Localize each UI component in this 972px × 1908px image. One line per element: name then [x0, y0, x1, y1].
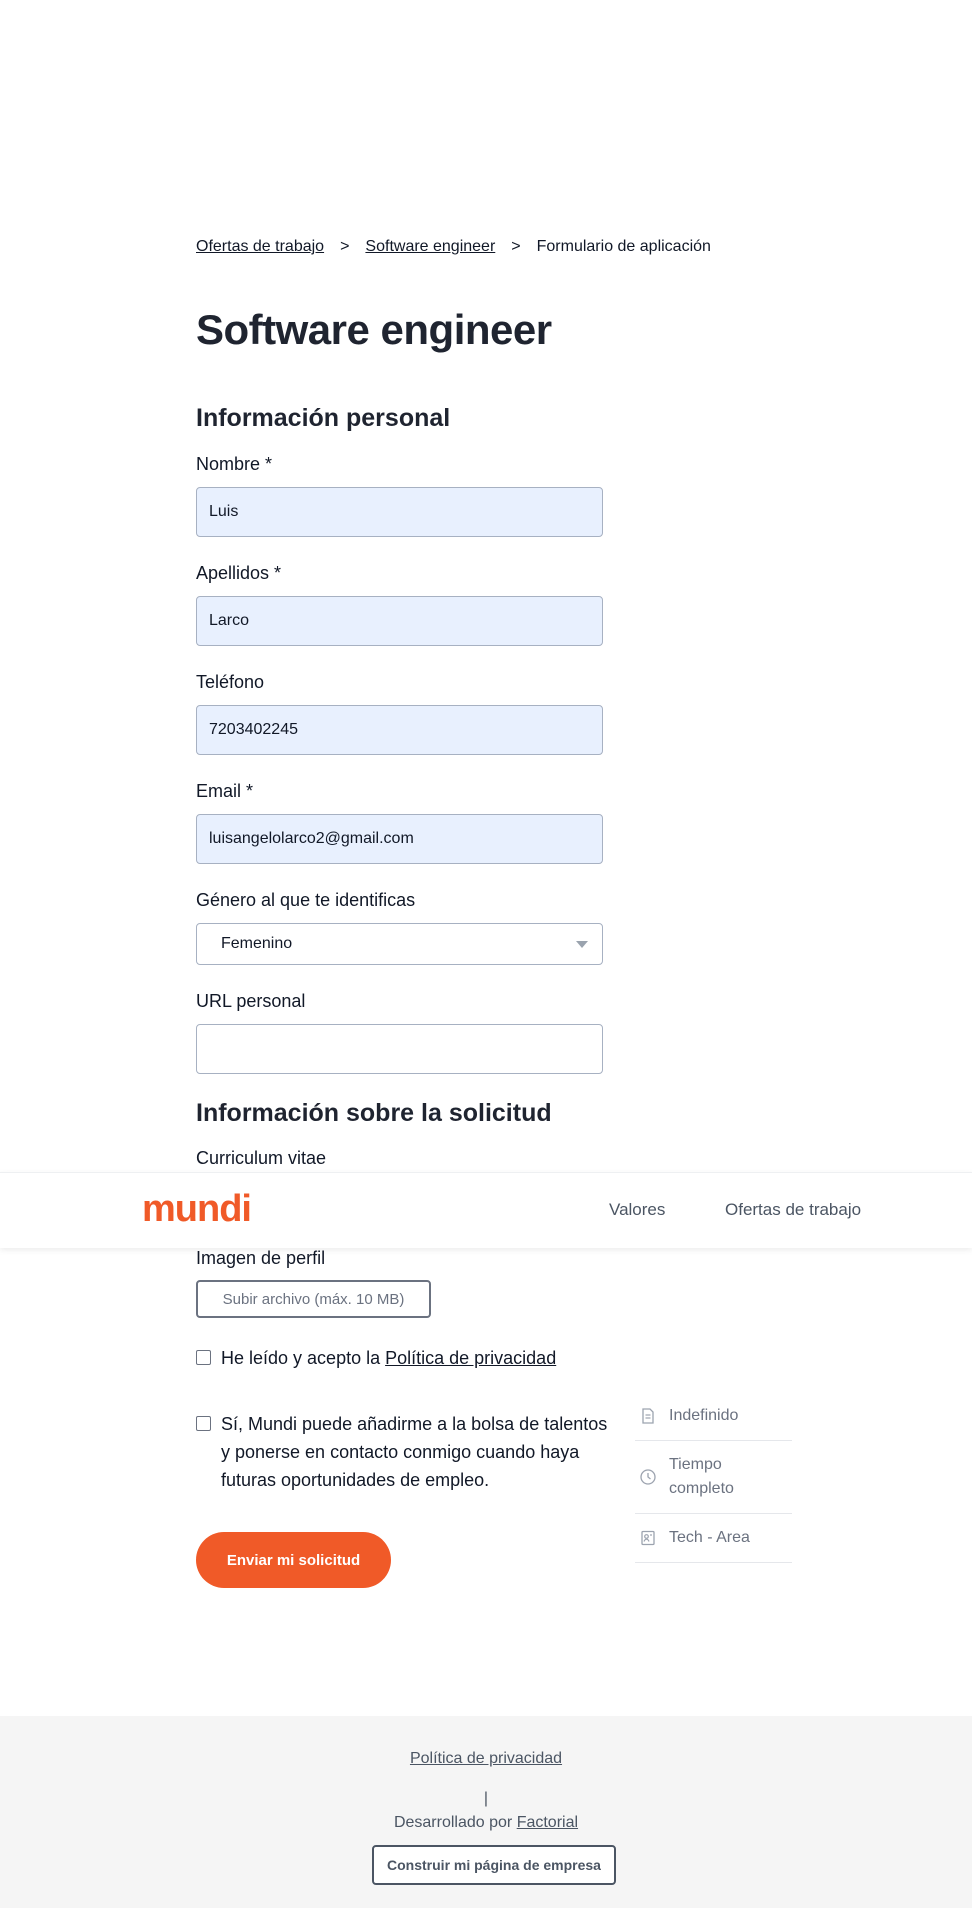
telefono-input[interactable] — [196, 705, 603, 755]
chevron-down-icon — [576, 941, 588, 948]
footer-developed-by: Desarrollado por Factorial — [0, 1814, 972, 1832]
telefono-label: Teléfono — [196, 672, 265, 692]
talent-checkbox[interactable] — [196, 1416, 211, 1431]
mundi-logo[interactable]: mundi — [142, 1188, 272, 1232]
meta-schedule-line: Tiempo — [669, 1456, 722, 1473]
talent-check-line: futuras oportunidades de empleo. — [221, 1470, 490, 1490]
document-icon — [642, 1408, 654, 1424]
breadcrumb-separator: > — [340, 238, 350, 255]
apellidos-input[interactable] — [196, 596, 603, 646]
meta-schedule-text: Tiempo completo — [669, 1453, 734, 1501]
nav-link-ofertas[interactable]: Ofertas de trabajo — [725, 1200, 861, 1220]
meta-duration-text: Indefinido — [669, 1407, 739, 1424]
meta-schedule: Tiempo completo — [635, 1441, 792, 1514]
url-input[interactable] — [196, 1024, 603, 1074]
email-label: Email * — [196, 781, 254, 801]
talent-check-line: y ponerse en contacto conmigo cuando hay… — [221, 1442, 580, 1462]
privacy-check-text: He leído y acepto la — [221, 1348, 386, 1368]
section-title-personal: Información personal — [196, 404, 451, 432]
id-card-icon — [641, 1530, 655, 1546]
footer-developed-by-text: Desarrollado por — [393, 1814, 517, 1831]
breadcrumb-link-jobs[interactable]: Ofertas de trabajo — [196, 238, 324, 256]
nav-link-valores[interactable]: Valores — [609, 1200, 665, 1220]
nombre-input[interactable] — [196, 487, 603, 537]
apellidos-label: Apellidos * — [196, 563, 282, 583]
talent-check-label: Sí, Mundi puede añadirme a la bolsa de t… — [221, 1410, 607, 1494]
footer-privacy-row: Política de privacidad — [0, 1750, 972, 1768]
footer-factorial-link[interactable]: Factorial — [517, 1814, 578, 1831]
submit-application-button[interactable]: Enviar mi solicitud — [196, 1532, 391, 1588]
section-title-application: Información sobre la solicitud — [196, 1099, 552, 1127]
build-company-page-button[interactable]: Construir mi página de empresa — [372, 1845, 616, 1885]
meta-area: Tech - Area — [635, 1514, 792, 1563]
nombre-label: Nombre * — [196, 454, 273, 474]
meta-area-text: Tech - Area — [669, 1529, 750, 1546]
talent-check-row: Sí, Mundi puede añadirme a la bolsa de t… — [196, 1410, 607, 1494]
navbar: mundi Valores Ofertas de trabajo — [0, 1172, 972, 1248]
cv-label: Curriculum vitae — [196, 1148, 327, 1168]
privacy-check-label: He leído y acepto la Política de privaci… — [221, 1344, 556, 1372]
brand-logo-text: mundi — [142, 1191, 251, 1227]
email-input[interactable] — [196, 814, 603, 864]
meta-duration: Indefinido — [635, 1392, 792, 1441]
job-meta-list: Indefinido Tiempo completo Tech - Area — [635, 1392, 792, 1563]
imagen-label: Imagen de perfil — [196, 1248, 326, 1268]
footer: Política de privacidad | Desarrollado po… — [0, 1716, 972, 1908]
page-title: Software engineer — [196, 306, 552, 353]
talent-check-line: Sí, Mundi puede añadirme a la bolsa de t… — [221, 1414, 608, 1434]
breadcrumb-current: Formulario de aplicación — [536, 238, 711, 255]
genero-selected-value: Femenino — [221, 935, 293, 952]
genero-label: Género al que te identificas — [196, 890, 416, 910]
privacy-check-row: He leído y acepto la Política de privaci… — [196, 1344, 556, 1372]
genero-select[interactable]: Femenino — [196, 923, 603, 965]
footer-separator: | — [483, 1790, 489, 1807]
privacy-checkbox[interactable] — [196, 1350, 211, 1365]
privacy-policy-link[interactable]: Política de privacidad — [385, 1348, 556, 1368]
breadcrumb-link-job[interactable]: Software engineer — [365, 238, 495, 256]
clock-icon — [640, 1469, 656, 1485]
url-label: URL personal — [196, 991, 306, 1011]
breadcrumb: Ofertas de trabajo > Software engineer >… — [196, 238, 711, 256]
upload-image-button[interactable]: Subir archivo (máx. 10 MB) — [196, 1280, 431, 1318]
footer-privacy-link[interactable]: Política de privacidad — [410, 1750, 562, 1767]
breadcrumb-separator: > — [511, 238, 521, 255]
meta-schedule-line: completo — [669, 1480, 734, 1497]
